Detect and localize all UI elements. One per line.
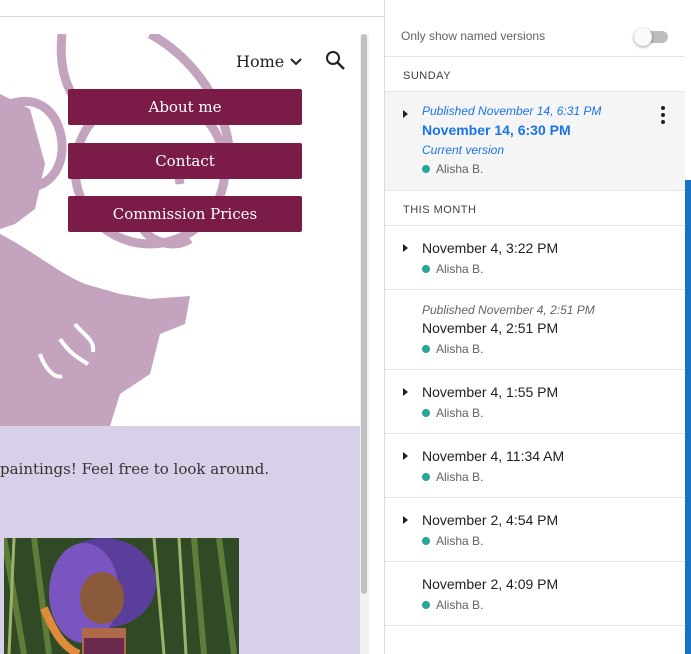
- version-author: Alisha B.: [422, 598, 483, 612]
- version-item[interactable]: November 2, 4:09 PM Alisha B.: [385, 562, 686, 626]
- version-history-panel: Only show named versions SUNDAY Publishe…: [384, 0, 686, 654]
- author-name: Alisha B.: [436, 406, 484, 420]
- version-item[interactable]: November 4, 11:34 AM Alisha B.: [385, 434, 686, 498]
- section-header-this-month: THIS MONTH: [385, 191, 686, 226]
- expand-icon[interactable]: [403, 452, 408, 460]
- current-version-label: Current version: [422, 143, 505, 157]
- version-date: November 4, 3:22 PM: [422, 240, 559, 256]
- author-dot-icon: [422, 165, 430, 173]
- published-label: Published November 4, 2:51 PM: [422, 303, 595, 317]
- expand-icon[interactable]: [403, 110, 408, 118]
- version-date: November 14, 6:30 PM: [422, 122, 571, 138]
- author-name: Alisha B.: [436, 342, 484, 356]
- expand-icon[interactable]: [403, 516, 408, 524]
- version-date: November 2, 4:09 PM: [422, 576, 559, 592]
- scrollbar-thumb[interactable]: [361, 34, 367, 594]
- author-dot-icon: [422, 473, 430, 481]
- version-author: Alisha B.: [422, 406, 483, 420]
- version-item[interactable]: November 2, 4:54 PM Alisha B.: [385, 498, 686, 562]
- version-author: Alisha B.: [422, 162, 483, 176]
- site-preview: Home About me Contact Commission Prices …: [0, 0, 384, 654]
- expand-icon[interactable]: [403, 388, 408, 396]
- preview-top-bar: [0, 0, 384, 17]
- preview-scrollbar[interactable]: [360, 34, 369, 654]
- section-label: THIS MONTH: [403, 204, 477, 216]
- section-header-sunday: SUNDAY: [385, 57, 686, 92]
- author-dot-icon: [422, 409, 430, 417]
- version-author: Alisha B.: [422, 470, 483, 484]
- about-me-button[interactable]: About me: [68, 89, 302, 125]
- version-date: November 2, 4:54 PM: [422, 512, 559, 528]
- version-item[interactable]: November 4, 1:55 PM Alisha B.: [385, 370, 686, 434]
- contact-button[interactable]: Contact: [68, 143, 302, 179]
- author-dot-icon: [422, 601, 430, 609]
- nav-home-label: Home: [236, 52, 285, 71]
- published-label: Published November 14, 6:31 PM: [422, 104, 602, 118]
- named-versions-row: Only show named versions: [385, 0, 686, 57]
- version-item[interactable]: November 4, 3:22 PM Alisha B.: [385, 226, 686, 290]
- author-dot-icon: [422, 537, 430, 545]
- author-dot-icon: [422, 265, 430, 273]
- toggle-knob: [634, 28, 652, 46]
- version-author: Alisha B.: [422, 534, 483, 548]
- author-name: Alisha B.: [436, 262, 484, 276]
- version-date: November 4, 11:34 AM: [422, 448, 565, 464]
- author-name: Alisha B.: [436, 534, 484, 548]
- intro-text: paintings! Feel free to look around.: [0, 460, 270, 478]
- more-vert-icon[interactable]: [660, 106, 666, 126]
- doll-photo: [4, 538, 239, 654]
- expand-icon[interactable]: [403, 244, 408, 252]
- author-name: Alisha B.: [436, 162, 484, 176]
- version-date: November 4, 2:51 PM: [422, 320, 559, 336]
- named-versions-label: Only show named versions: [401, 29, 546, 43]
- version-date: November 4, 1:55 PM: [422, 384, 559, 400]
- search-icon[interactable]: [325, 50, 347, 77]
- author-name: Alisha B.: [436, 470, 484, 484]
- nav-home-menu[interactable]: Home: [236, 52, 302, 71]
- commission-prices-button[interactable]: Commission Prices: [68, 196, 302, 232]
- desktop-edge: [685, 180, 691, 654]
- author-name: Alisha B.: [436, 598, 484, 612]
- version-author: Alisha B.: [422, 342, 483, 356]
- version-author: Alisha B.: [422, 262, 483, 276]
- section-label: SUNDAY: [403, 70, 452, 82]
- chevron-down-icon: [290, 57, 302, 65]
- version-item-current[interactable]: Published November 14, 6:31 PM November …: [385, 92, 686, 191]
- author-dot-icon: [422, 345, 430, 353]
- named-versions-toggle[interactable]: [634, 28, 670, 46]
- version-item[interactable]: Published November 4, 2:51 PM November 4…: [385, 290, 686, 370]
